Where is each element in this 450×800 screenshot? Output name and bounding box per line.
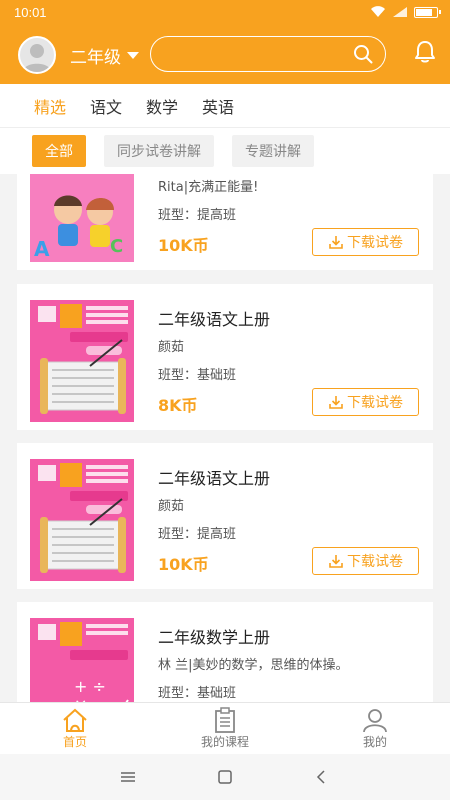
download-icon: [329, 236, 343, 249]
battery-icon: [414, 6, 441, 18]
math-cover-illustration: + ÷ × =: [30, 618, 134, 702]
status-time: 10:01: [14, 4, 47, 20]
nav-home[interactable]: 首页: [0, 703, 150, 754]
home-icon: [63, 708, 87, 732]
signal-icon: [393, 7, 407, 17]
course-class-type: 班型：基础班: [158, 686, 237, 701]
download-label: 下载试卷: [347, 395, 403, 411]
person-icon: [363, 709, 387, 733]
download-exam-button[interactable]: 下载试卷: [312, 547, 419, 575]
course-class-type: 班型：基础班: [158, 368, 237, 383]
status-bar: 10:01: [0, 0, 450, 24]
course-author: Rita|充满正能量!: [158, 180, 259, 195]
grade-selector[interactable]: 二年级: [70, 43, 139, 68]
wifi-icon: [371, 6, 385, 18]
bell-icon[interactable]: [414, 40, 436, 64]
app-header: 二年级: [0, 24, 450, 84]
avatar-person-icon: [23, 44, 51, 72]
system-navigation-bar: [0, 754, 450, 800]
kids-illustration: A C: [30, 174, 134, 262]
search-icon[interactable]: [353, 44, 373, 64]
subject-tabs: 精选 语文 数学 英语: [0, 84, 450, 128]
filter-chips: 全部 同步试卷讲解 专题讲解: [0, 128, 450, 174]
search-input[interactable]: [150, 36, 386, 72]
filter-all[interactable]: 全部: [32, 135, 86, 167]
download-exam-button[interactable]: 下载试卷: [312, 228, 419, 256]
svg-text:× =: × =: [74, 695, 106, 702]
nav-home-label: 首页: [62, 735, 87, 749]
course-author: 颜茹: [158, 340, 185, 355]
filter-topic[interactable]: 专题讲解: [232, 135, 314, 167]
course-author: 颜茹: [158, 499, 185, 514]
nav-profile[interactable]: 我的: [300, 703, 450, 754]
course-price: 8K币: [158, 396, 198, 415]
clipboard-icon: [215, 707, 235, 733]
course-cover-image: [30, 459, 134, 581]
home-square-icon[interactable]: [216, 769, 234, 785]
download-label: 下载试卷: [347, 554, 403, 570]
scroll-illustration: [30, 300, 134, 422]
grade-label: 二年级: [70, 48, 121, 68]
nav-profile-label: 我的: [362, 735, 387, 749]
course-class-type: 班型：提高班: [158, 208, 237, 223]
back-icon[interactable]: [313, 769, 331, 785]
tab-math[interactable]: 数学: [146, 94, 178, 118]
course-card[interactable]: + ÷ × = 二年级数学上册 林 兰|美妙的数学，思维的体操。 班型：基础班: [17, 602, 433, 702]
download-exam-button[interactable]: 下载试卷: [312, 388, 419, 416]
course-card[interactable]: A C Rita|充满正能量! 班型：提高班 10K币 下载试卷: [17, 174, 433, 270]
course-author: 林 兰|美妙的数学，思维的体操。: [158, 658, 349, 673]
course-title: 二年级语文上册: [158, 310, 271, 329]
menu-icon[interactable]: [119, 770, 137, 784]
course-class-type: 班型：提高班: [158, 527, 237, 542]
bottom-navigation: 首页 我的课程 我的: [0, 702, 450, 754]
course-card[interactable]: 二年级语文上册 颜茹 班型：提高班 10K币 下载试卷: [17, 443, 433, 589]
avatar[interactable]: [18, 36, 56, 74]
tab-featured[interactable]: 精选: [34, 94, 66, 118]
nav-my-courses-label: 我的课程: [200, 735, 249, 749]
tab-chinese[interactable]: 语文: [90, 94, 122, 118]
filter-sync-exam[interactable]: 同步试卷讲解: [104, 135, 214, 167]
caret-down-icon: [127, 52, 139, 59]
tab-english[interactable]: 英语: [202, 94, 234, 118]
nav-my-courses[interactable]: 我的课程: [150, 703, 300, 754]
course-title: 二年级数学上册: [158, 628, 271, 647]
svg-text:C: C: [110, 236, 123, 257]
svg-text:+ ÷: + ÷: [74, 677, 106, 696]
course-cover-image: [30, 300, 134, 422]
course-cover-image: + ÷ × =: [30, 618, 134, 702]
course-list[interactable]: A C Rita|充满正能量! 班型：提高班 10K币 下载试卷 二年级语文上册…: [0, 174, 450, 702]
download-icon: [329, 555, 343, 568]
course-card[interactable]: 二年级语文上册 颜茹 班型：基础班 8K币 下载试卷: [17, 284, 433, 430]
course-cover-image: A C: [30, 174, 134, 262]
course-price: 10K币: [158, 555, 209, 574]
course-title: 二年级语文上册: [158, 469, 271, 488]
scroll-illustration: [30, 459, 134, 581]
download-icon: [329, 396, 343, 409]
svg-text:A: A: [34, 237, 50, 261]
course-price: 10K币: [158, 236, 209, 255]
download-label: 下载试卷: [347, 235, 403, 251]
